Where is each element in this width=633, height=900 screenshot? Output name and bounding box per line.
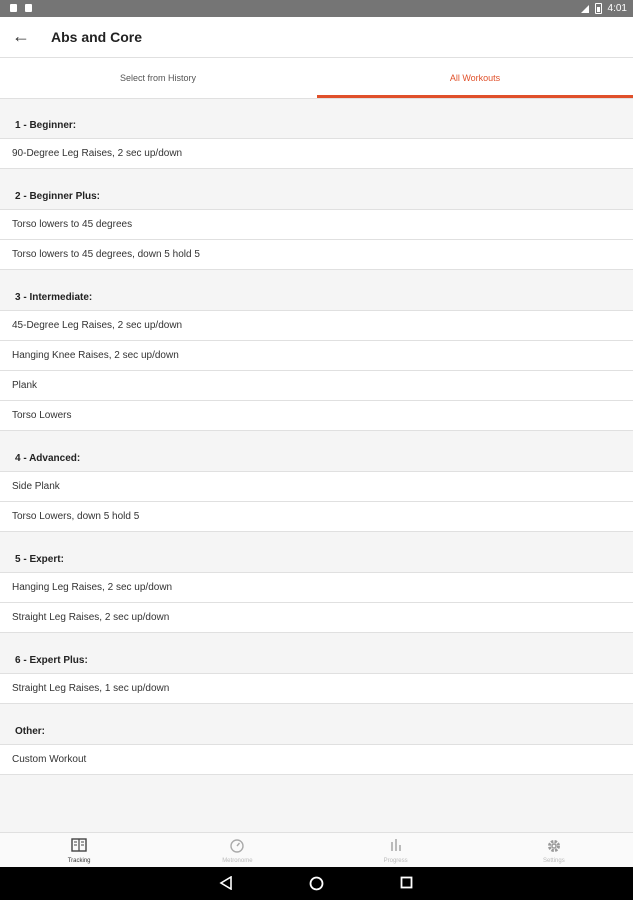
notification-icon <box>10 4 17 12</box>
section-header: 5 - Expert: <box>0 542 633 573</box>
nav-progress[interactable]: Progress <box>317 833 475 868</box>
app-bar: ← Abs and Core <box>0 17 633 58</box>
nav-settings[interactable]: Settings <box>475 833 633 868</box>
battery-icon <box>594 3 602 14</box>
system-navigation-bar <box>0 867 633 900</box>
nav-label: Progress <box>383 858 408 864</box>
workout-section: 1 - Beginner: 90-Degree Leg Raises, 2 sec… <box>0 108 633 169</box>
tab-all-workouts[interactable]: All Workouts <box>317 58 633 98</box>
workout-section: 2 - Beginner Plus: Torso lowers to 45 deg… <box>0 179 633 270</box>
workout-item[interactable]: Straight Leg Raises, 2 sec up/down <box>0 603 633 633</box>
page-title: Abs and Core <box>51 29 143 45</box>
back-arrow-icon[interactable]: ← <box>12 26 32 46</box>
workout-item[interactable]: Plank <box>0 371 633 401</box>
nav-tracking[interactable]: Tracking <box>0 833 158 868</box>
section-header: 2 - Beginner Plus: <box>0 179 633 210</box>
workout-section: Other: Custom Workout <box>0 714 633 775</box>
nav-label: Settings <box>543 858 565 864</box>
nav-metronome[interactable]: Metronome <box>158 833 316 868</box>
workout-item[interactable]: 45-Degree Leg Raises, 2 sec up/down <box>0 311 633 341</box>
workout-list: 1 - Beginner: 90-Degree Leg Raises, 2 sec… <box>0 108 633 785</box>
workout-item[interactable]: Custom Workout <box>0 745 633 775</box>
section-header: 4 - Advanced: <box>0 441 633 472</box>
section-header: Other: <box>0 714 633 745</box>
tab-indicator <box>317 95 633 98</box>
tab-select-from-history[interactable]: Select from History <box>0 58 316 98</box>
workout-item[interactable]: 90-Degree Leg Raises, 2 sec up/down <box>0 139 633 169</box>
workout-item[interactable]: Hanging Knee Raises, 2 sec up/down <box>0 341 633 371</box>
timer-icon <box>230 839 245 853</box>
workout-item[interactable]: Torso lowers to 45 degrees, down 5 hold … <box>0 240 633 270</box>
book-icon <box>71 838 87 852</box>
section-header: 6 - Expert Plus: <box>0 643 633 674</box>
tab-bar: Select from History All Workouts <box>0 58 633 99</box>
back-triangle-icon[interactable] <box>219 876 233 890</box>
workout-item[interactable]: Side Plank <box>0 472 633 502</box>
bottom-navigation: Tracking Metronome Progress Settings <box>0 832 633 868</box>
nav-label: Metronome <box>222 858 253 864</box>
workout-item[interactable]: Torso Lowers <box>0 401 633 431</box>
workout-section: 3 - Intermediate: 45-Degree Leg Raises, 2… <box>0 280 633 431</box>
section-header: 3 - Intermediate: <box>0 280 633 311</box>
status-bar: 4:01 <box>0 0 633 17</box>
recents-square-icon[interactable] <box>400 876 413 889</box>
clock: 4:01 <box>607 3 627 14</box>
notification-icon <box>25 4 32 12</box>
workout-item[interactable]: Torso lowers to 45 degrees <box>0 210 633 240</box>
workout-section: 5 - Expert: Hanging Leg Raises, 2 sec up/… <box>0 542 633 633</box>
section-header: 1 - Beginner: <box>0 108 633 139</box>
workout-section: 6 - Expert Plus: Straight Leg Raises, 1 s… <box>0 643 633 704</box>
workout-item[interactable]: Straight Leg Raises, 1 sec up/down <box>0 674 633 704</box>
signal-icon <box>580 4 589 13</box>
nav-label: Tracking <box>67 858 91 864</box>
workout-item[interactable]: Hanging Leg Raises, 2 sec up/down <box>0 573 633 603</box>
workout-section: 4 - Advanced: Side Plank Torso Lowers, dow… <box>0 441 633 532</box>
bar-chart-icon <box>390 839 401 851</box>
gear-icon <box>547 840 560 852</box>
workout-item[interactable]: Torso Lowers, down 5 hold 5 <box>0 502 633 532</box>
home-circle-icon[interactable] <box>309 876 324 891</box>
